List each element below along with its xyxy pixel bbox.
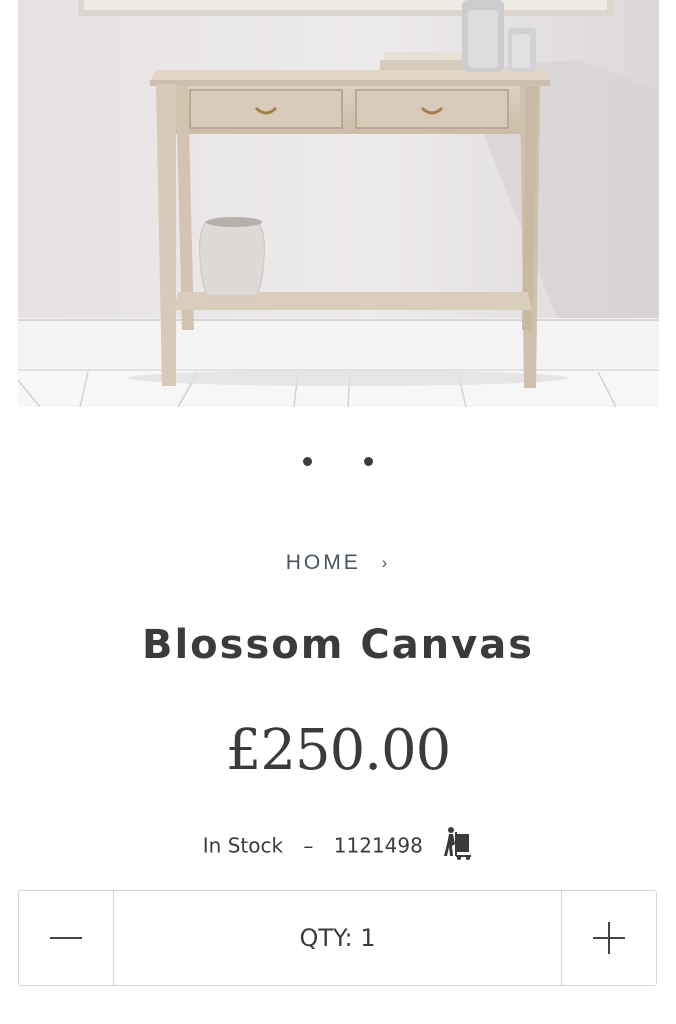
product-title: Blossom Canvas [141, 622, 535, 668]
decrease-quantity-button[interactable] [19, 891, 114, 985]
carousel-dot-2[interactable] [363, 457, 373, 466]
carousel-dot-1[interactable] [303, 457, 313, 466]
product-sku: 1121498 [333, 833, 423, 858]
stock-status: In Stock [202, 833, 284, 858]
minus-icon [50, 937, 82, 939]
quantity-label: QTY: 1 [299, 924, 376, 952]
quantity-stepper: QTY: 1 [18, 890, 657, 986]
plus-icon [593, 922, 625, 954]
carousel-dots [0, 451, 676, 466]
product-image[interactable] [18, 0, 659, 407]
increase-quantity-button[interactable] [561, 891, 656, 985]
product-price: £250.00 [225, 718, 452, 783]
chevron-right-icon: › [381, 553, 391, 572]
console-table-photo [18, 0, 659, 407]
breadcrumb-home-link[interactable]: HOME [286, 551, 361, 574]
stock-separator: – [303, 833, 314, 858]
delivery-trolley-icon [443, 826, 473, 865]
stock-info: In Stock – 1121498 [0, 826, 676, 865]
breadcrumb: HOME › [0, 551, 676, 575]
